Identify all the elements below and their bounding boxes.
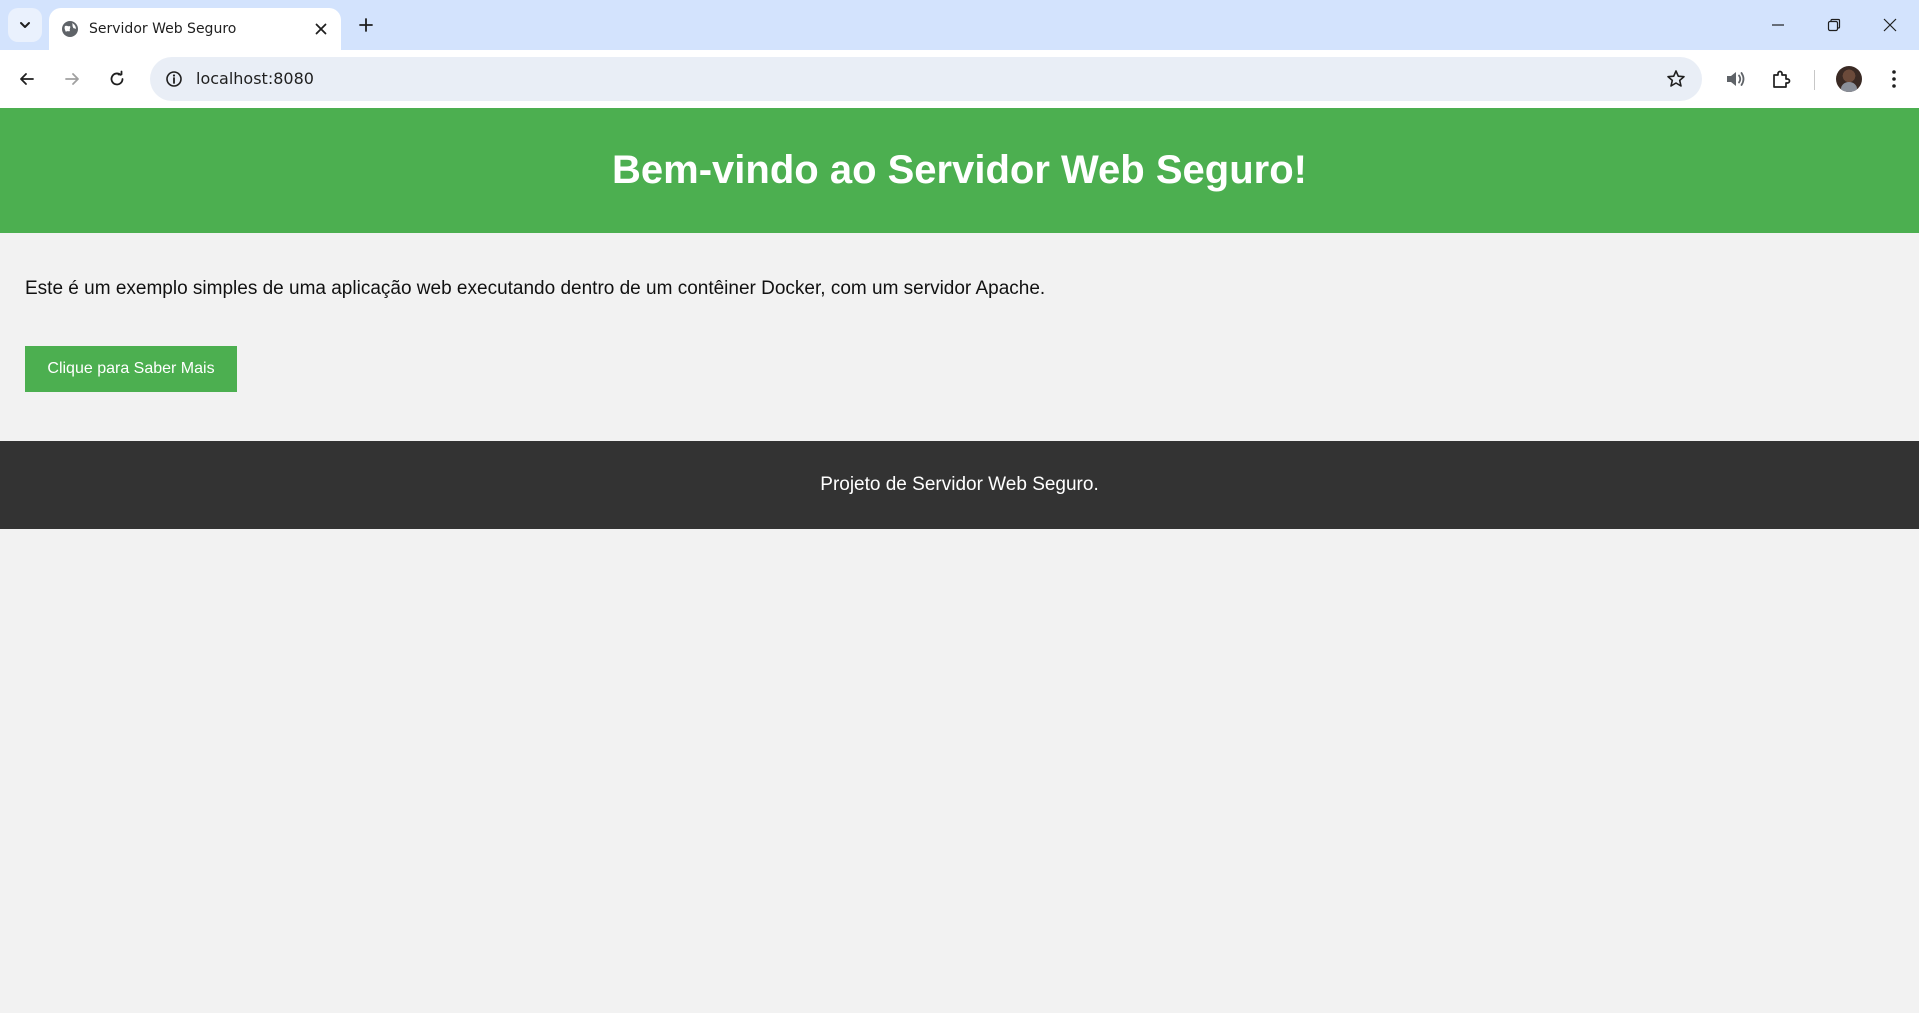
site-header: Bem-vindo ao Servidor Web Seguro! bbox=[0, 108, 1919, 233]
tab-title: Servidor Web Seguro bbox=[89, 21, 237, 37]
plus-icon bbox=[359, 18, 373, 32]
intro-text: Este é um exemplo simples de uma aplicaç… bbox=[25, 278, 1046, 299]
forward-button[interactable] bbox=[54, 61, 90, 97]
extensions-button[interactable] bbox=[1763, 61, 1799, 97]
footer-text: Projeto de Servidor Web Seguro. bbox=[820, 474, 1099, 495]
browser-toolbar: localhost:8080 bbox=[0, 50, 1919, 108]
reload-icon bbox=[110, 70, 124, 86]
learn-more-button[interactable]: Clique para Saber Mais bbox=[25, 346, 237, 392]
browser-tab[interactable]: Servidor Web Seguro bbox=[49, 8, 341, 50]
close-window-button[interactable] bbox=[1862, 0, 1918, 50]
restore-icon bbox=[1827, 18, 1841, 32]
arrow-right-icon bbox=[65, 73, 79, 85]
page-title: Bem-vindo ao Servidor Web Seguro! bbox=[612, 148, 1307, 192]
tab-search-button[interactable] bbox=[8, 8, 42, 42]
toolbar-separator bbox=[1814, 70, 1815, 90]
restore-button[interactable] bbox=[1806, 0, 1862, 50]
avatar[interactable] bbox=[1836, 66, 1862, 92]
site-info-button[interactable] bbox=[160, 65, 188, 93]
minimize-button[interactable] bbox=[1750, 0, 1806, 50]
chevron-down-icon bbox=[20, 22, 30, 28]
page-viewport: Bem-vindo ao Servidor Web Seguro! Este é… bbox=[0, 108, 1919, 1013]
kebab-menu-icon bbox=[1892, 70, 1896, 88]
arrow-left-icon bbox=[20, 73, 34, 85]
star-icon bbox=[1667, 70, 1685, 87]
reload-button[interactable] bbox=[99, 61, 135, 97]
site-footer: Projeto de Servidor Web Seguro. bbox=[0, 441, 1919, 529]
close-icon bbox=[315, 23, 327, 35]
info-icon bbox=[166, 71, 182, 87]
puzzle-icon bbox=[1773, 70, 1791, 88]
url-text[interactable]: localhost:8080 bbox=[196, 69, 314, 88]
address-bar[interactable]: localhost:8080 bbox=[150, 57, 1702, 101]
minimize-icon bbox=[1772, 24, 1784, 26]
bookmark-button[interactable] bbox=[1662, 65, 1690, 93]
media-button[interactable] bbox=[1717, 61, 1753, 97]
browser-menu-button[interactable] bbox=[1876, 61, 1912, 97]
new-tab-button[interactable] bbox=[351, 10, 381, 40]
globe-icon bbox=[62, 21, 78, 37]
tab-close-button[interactable] bbox=[311, 19, 331, 39]
back-button[interactable] bbox=[9, 61, 45, 97]
speaker-icon bbox=[1727, 72, 1745, 86]
tab-strip: Servidor Web Seguro bbox=[0, 0, 1919, 50]
close-icon bbox=[1883, 18, 1897, 32]
